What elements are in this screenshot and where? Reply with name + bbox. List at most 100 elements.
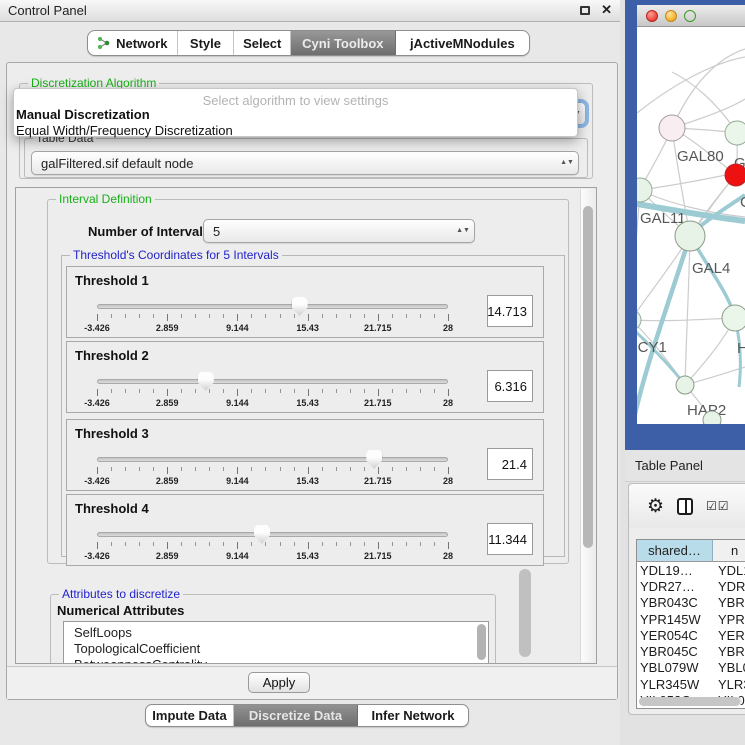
network-node[interactable] [675,221,705,251]
table-cell[interactable]: YLR345W [637,677,713,692]
popup-item-manual-discretization[interactable]: Manual Discretization [16,107,150,122]
tab-discretize-data[interactable]: Discretize Data [234,705,358,726]
tab-label: Discretize Data [249,708,342,723]
table-data-combobox[interactable]: galFiltered.sif default node ▲▼ [31,151,579,175]
table-cell[interactable]: YBR0 [713,644,745,659]
table-cell[interactable]: YDR27… [637,579,713,594]
tick-label: 21.715 [364,398,392,408]
network-window-titlebar [637,5,745,27]
threshold-value-input[interactable]: 14.713 [487,295,533,327]
close-button[interactable] [646,10,658,22]
tab-cyni-toolbox[interactable]: Cyni Toolbox [291,31,396,55]
network-node[interactable] [725,121,745,145]
table-panel-title: Table Panel [635,458,703,473]
table-cell[interactable]: YER0 [713,628,745,643]
table-row[interactable]: YDL19…YDL1 [637,562,745,578]
close-icon[interactable]: ✕ [601,2,612,18]
checkbox-icons[interactable]: ☑☑ [706,499,730,513]
table-cell[interactable]: YDL19… [637,563,713,578]
slider-track[interactable] [97,304,448,309]
threshold-slider[interactable]: -3.4262.8599.14415.4321.71528 [97,374,448,410]
column-header-shared-name[interactable]: shared… [637,540,713,561]
table-row[interactable]: YDR27…YDR2 [637,578,745,594]
node-table[interactable]: shared… n YDL19…YDL1YDR27…YDR2YBR043CYBR… [636,539,745,709]
slider-tick-labels: -3.4262.8599.14415.4321.71528 [97,551,448,562]
settings-gear-icon[interactable]: ⚙ [647,497,664,516]
tick-label: 28 [443,551,453,561]
column-layout-icon[interactable] [677,498,693,515]
tab-infer-network[interactable]: Infer Network [358,705,468,726]
network-node[interactable] [637,178,652,202]
table-cell[interactable]: YER054C [637,628,713,643]
tab-jactivemnodules[interactable]: jActiveMNodules [396,31,529,55]
list-item[interactable]: TopologicalCoefficient [74,641,488,657]
slider-tick-labels: -3.4262.8599.14415.4321.71528 [97,476,448,487]
slider-ticks [97,467,448,475]
threshold-value-input[interactable]: 21.4 [487,448,533,480]
network-node[interactable] [725,164,745,186]
threshold-label: Threshold 1 [75,273,149,288]
table-cell[interactable]: YDR2 [713,579,745,594]
attributes-scrollbar-thumb[interactable] [519,569,531,657]
network-node[interactable] [676,376,694,394]
scrollbar-thumb[interactable] [583,206,593,548]
threshold-value-input[interactable]: 11.344 [487,523,533,555]
network-node[interactable] [703,411,721,424]
threshold-panel: Threshold 2 -3.4262.8599.14415.4321.7152… [66,341,544,413]
table-row[interactable]: YER054CYER0 [637,627,745,643]
network-node[interactable] [722,305,745,331]
tick-label: 15.43 [296,398,319,408]
table-cell[interactable]: YPR1 [713,612,745,627]
list-scrollbar[interactable] [477,624,486,660]
threshold-value-input[interactable]: 6.316 [487,370,533,402]
threshold-panel: Threshold 3 -3.4262.8599.14415.4321.7152… [66,419,544,491]
column-header-name[interactable]: n [713,540,745,561]
table-cell[interactable]: YPR145W [637,612,713,627]
table-panel: ⚙ ☑☑ shared… n YDL19…YDL1YDR27…YDR2YBR04… [628,483,745,715]
table-cell[interactable]: YDL1 [713,563,745,578]
float-panel-icon[interactable] [580,6,590,15]
group-title: Attributes to discretize [59,587,183,601]
table-row[interactable]: YBL079WYBL0 [637,660,745,676]
list-item[interactable]: BetweennessCentrality [74,657,488,664]
attributes-list: SelfLoops TopologicalCoefficient Between… [63,621,489,664]
table-cell[interactable]: YBR0 [713,595,745,610]
slider-track[interactable] [97,457,448,462]
minimize-button[interactable] [665,10,677,22]
table-cell[interactable]: YBL0 [713,660,745,675]
vertical-scrollbar[interactable] [580,189,595,662]
cyni-toolbox-panel: Discretization Algorithm ▲▼ Table Data g… [6,62,618,700]
tab-style[interactable]: Style [178,31,235,55]
list-item[interactable]: SelfLoops [74,625,488,641]
apply-button[interactable]: Apply [248,672,310,693]
threshold-label: Threshold 2 [75,348,149,363]
number-of-intervals-combobox[interactable]: 5 ▲▼ [203,219,475,243]
network-canvas[interactable]: GAL80GACGAL11GAL4GCY1HHAP2 [637,27,745,424]
zoom-button[interactable] [684,10,696,22]
table-cell[interactable]: YBR043C [637,595,713,610]
threshold-slider[interactable]: -3.4262.8599.14415.4321.71528 [97,527,448,563]
table-panel-bar: Table Panel [625,450,745,482]
combo-value: 5 [213,224,220,239]
threshold-slider[interactable]: -3.4262.8599.14415.4321.71528 [97,299,448,335]
tick-label: 9.144 [226,476,249,486]
tick-label: 9.144 [226,551,249,561]
tab-select[interactable]: Select [234,31,291,55]
threshold-slider[interactable]: -3.4262.8599.14415.4321.71528 [97,452,448,488]
table-row[interactable]: YBR045CYBR0 [637,643,745,659]
horizontal-scrollbar[interactable] [639,697,742,706]
table-row[interactable]: YPR145WYPR1 [637,611,745,627]
node-label: C [740,194,745,211]
threshold-panel: Threshold 4 -3.4262.8599.14415.4321.7152… [66,494,544,566]
table-cell[interactable]: YBR045C [637,644,713,659]
slider-track[interactable] [97,379,448,384]
table-row[interactable]: YLR345WYLR3 [637,676,745,692]
tab-network[interactable]: Network [88,31,178,55]
table-cell[interactable]: YLR3 [713,677,745,692]
slider-track[interactable] [97,532,448,537]
table-cell[interactable]: YBL079W [637,660,713,675]
network-node[interactable] [659,115,685,141]
tab-impute-data[interactable]: Impute Data [146,705,234,726]
popup-item-equal-width-frequency[interactable]: Equal Width/Frequency Discretization [16,123,233,138]
table-row[interactable]: YBR043CYBR0 [637,595,745,611]
